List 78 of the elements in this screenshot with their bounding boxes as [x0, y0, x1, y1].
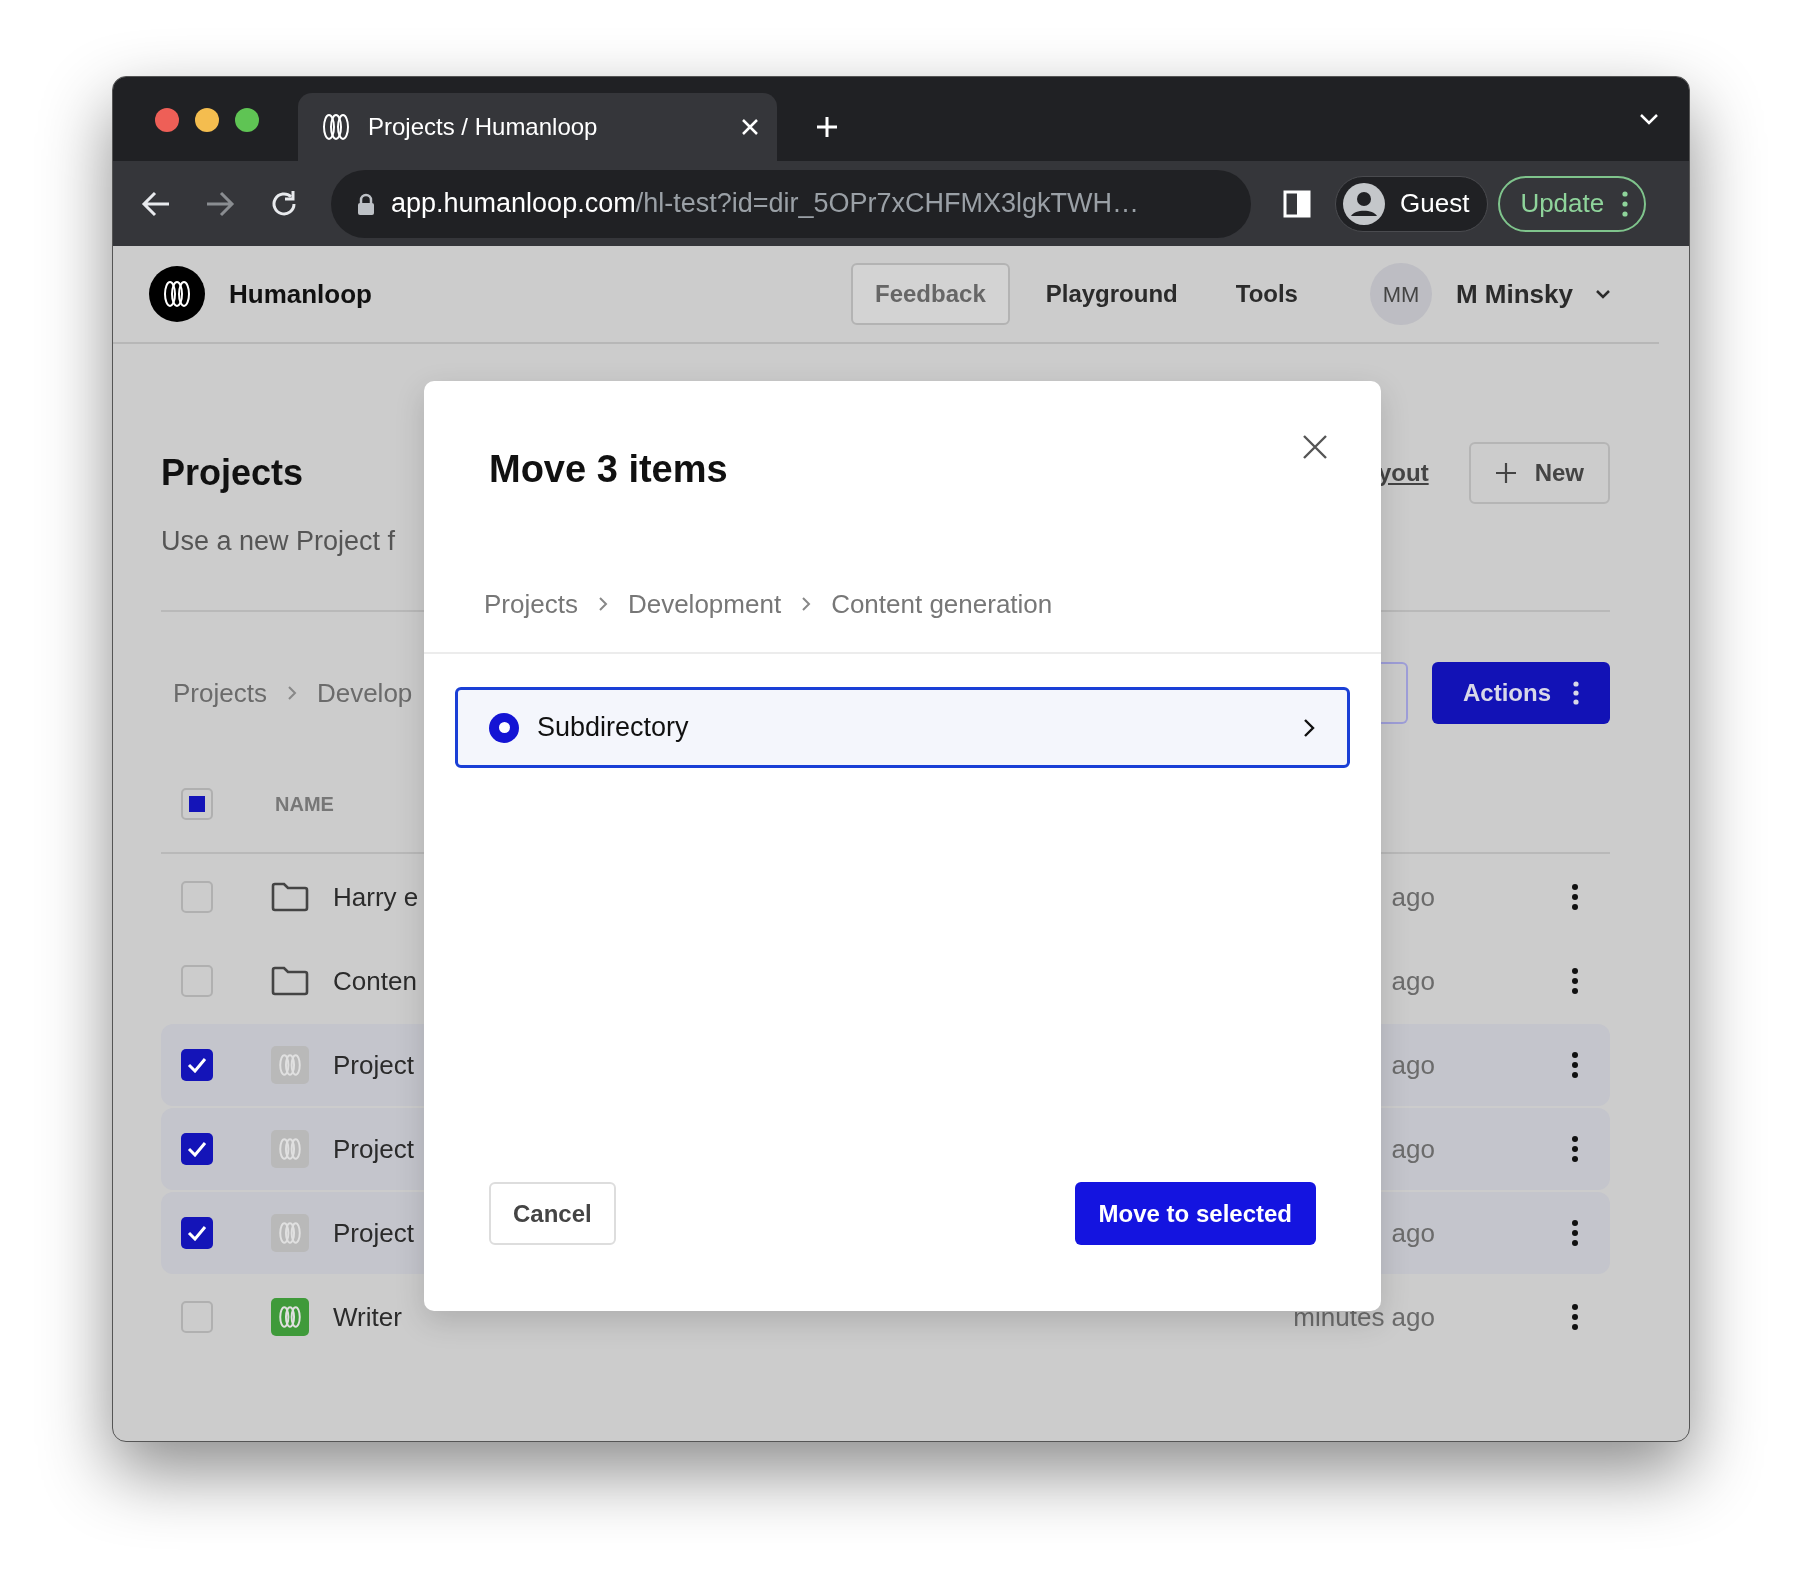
brand-name: Humanloop [229, 277, 372, 311]
checkbox[interactable] [181, 788, 213, 820]
checkbox[interactable] [181, 1133, 213, 1165]
modified-time: ago [1391, 880, 1435, 914]
minimize-window-control[interactable] [195, 108, 219, 132]
checkbox[interactable] [181, 965, 213, 997]
page-description: Use a new Project f [161, 525, 396, 558]
chevron-down-icon[interactable] [1639, 113, 1659, 125]
checkmark-icon [187, 1057, 207, 1073]
url-text: app.humanloop.com/hl-test?id=dir_5OPr7xCHFMX3lgkTWH… [391, 187, 1140, 221]
folder-icon [271, 882, 309, 912]
modified-time: ago [1391, 964, 1435, 998]
chevron-down-icon [1595, 289, 1611, 299]
kebab-menu-icon[interactable] [1571, 967, 1579, 995]
logo-icon [320, 111, 352, 143]
chevron-right-icon [1303, 717, 1315, 738]
profile-button[interactable]: Guest [1335, 175, 1489, 232]
lock-icon [357, 192, 375, 215]
page-title: Projects [161, 451, 305, 495]
radio-button[interactable] [489, 712, 519, 743]
modified-time: ago [1391, 1216, 1435, 1250]
forward-arrow-icon[interactable] [205, 189, 235, 218]
cancel-button[interactable]: Cancel [489, 1182, 616, 1245]
nav-link[interactable]: Tools [1213, 263, 1320, 325]
directory-option[interactable]: Subdirectory [455, 687, 1350, 768]
kebab-menu-icon[interactable] [1571, 1303, 1579, 1331]
option-label: Subdirectory [537, 711, 689, 745]
kebab-menu-icon[interactable] [1571, 883, 1579, 911]
kebab-menu-icon [1622, 190, 1629, 217]
sidebar-toggle-icon[interactable] [1283, 189, 1311, 218]
row-name: Writer [333, 1300, 402, 1334]
checkmark-icon [187, 1141, 207, 1157]
kebab-menu-icon[interactable] [1571, 1135, 1579, 1163]
breadcrumb-link[interactable]: Projects [484, 588, 578, 620]
chevron-right-icon [286, 685, 297, 701]
dialog-title: Move 3 items [489, 447, 728, 492]
maximize-window-control[interactable] [235, 108, 259, 132]
checkbox[interactable] [181, 1301, 213, 1333]
move-button[interactable]: Move to selected [1074, 1182, 1316, 1245]
checkmark-icon [187, 1225, 207, 1241]
new-button[interactable]: New [1468, 442, 1610, 504]
tab-title: Projects / Humanloop [368, 112, 599, 142]
close-window-control[interactable] [155, 108, 179, 132]
actions-button[interactable]: Actions [1432, 662, 1610, 724]
folder-icon [271, 966, 309, 996]
breadcrumb-link[interactable]: Development [627, 588, 782, 620]
update-button[interactable]: Update [1498, 175, 1647, 232]
checkbox[interactable] [181, 881, 213, 913]
layout-link[interactable]: yout [1377, 455, 1429, 491]
chevron-right-icon [801, 596, 812, 612]
feedback-button[interactable]: Feedback [851, 263, 1010, 325]
column-header: NAME [275, 792, 334, 817]
row-name: Harry e [333, 880, 419, 914]
modified-time: ago [1391, 1132, 1435, 1166]
kebab-menu-icon [1573, 681, 1579, 705]
nav-link[interactable]: Playground [1023, 263, 1200, 325]
logo-icon [149, 266, 205, 322]
user-avatar: MM [1369, 263, 1432, 325]
row-name: Conten [333, 964, 417, 998]
address-bar[interactable]: app.humanloop.com/hl-test?id=dir_5OPr7xCHFMX3lgkTWH… [331, 169, 1251, 238]
browser-tab[interactable]: Projects / Humanloop [298, 93, 777, 161]
kebab-menu-icon[interactable] [1571, 1051, 1579, 1079]
kebab-menu-icon[interactable] [1571, 1219, 1579, 1247]
back-arrow-icon[interactable] [141, 189, 171, 218]
close-icon[interactable] [741, 118, 759, 136]
checkbox[interactable] [181, 1217, 213, 1249]
new-tab-icon[interactable] [815, 115, 839, 139]
plus-icon [1494, 462, 1517, 484]
user-menu[interactable]: M Minsky [1455, 274, 1611, 314]
breadcrumb-link[interactable]: Content generation [831, 588, 1053, 620]
row-name: Project [333, 1216, 414, 1250]
checkbox[interactable] [181, 1049, 213, 1081]
modified-time: minutes ago [1293, 1300, 1435, 1334]
row-name: Project [333, 1048, 414, 1082]
modified-time: ago [1391, 1048, 1435, 1082]
avatar-icon [1342, 181, 1386, 226]
row-name: Project [333, 1132, 414, 1166]
chevron-right-icon [597, 596, 608, 612]
